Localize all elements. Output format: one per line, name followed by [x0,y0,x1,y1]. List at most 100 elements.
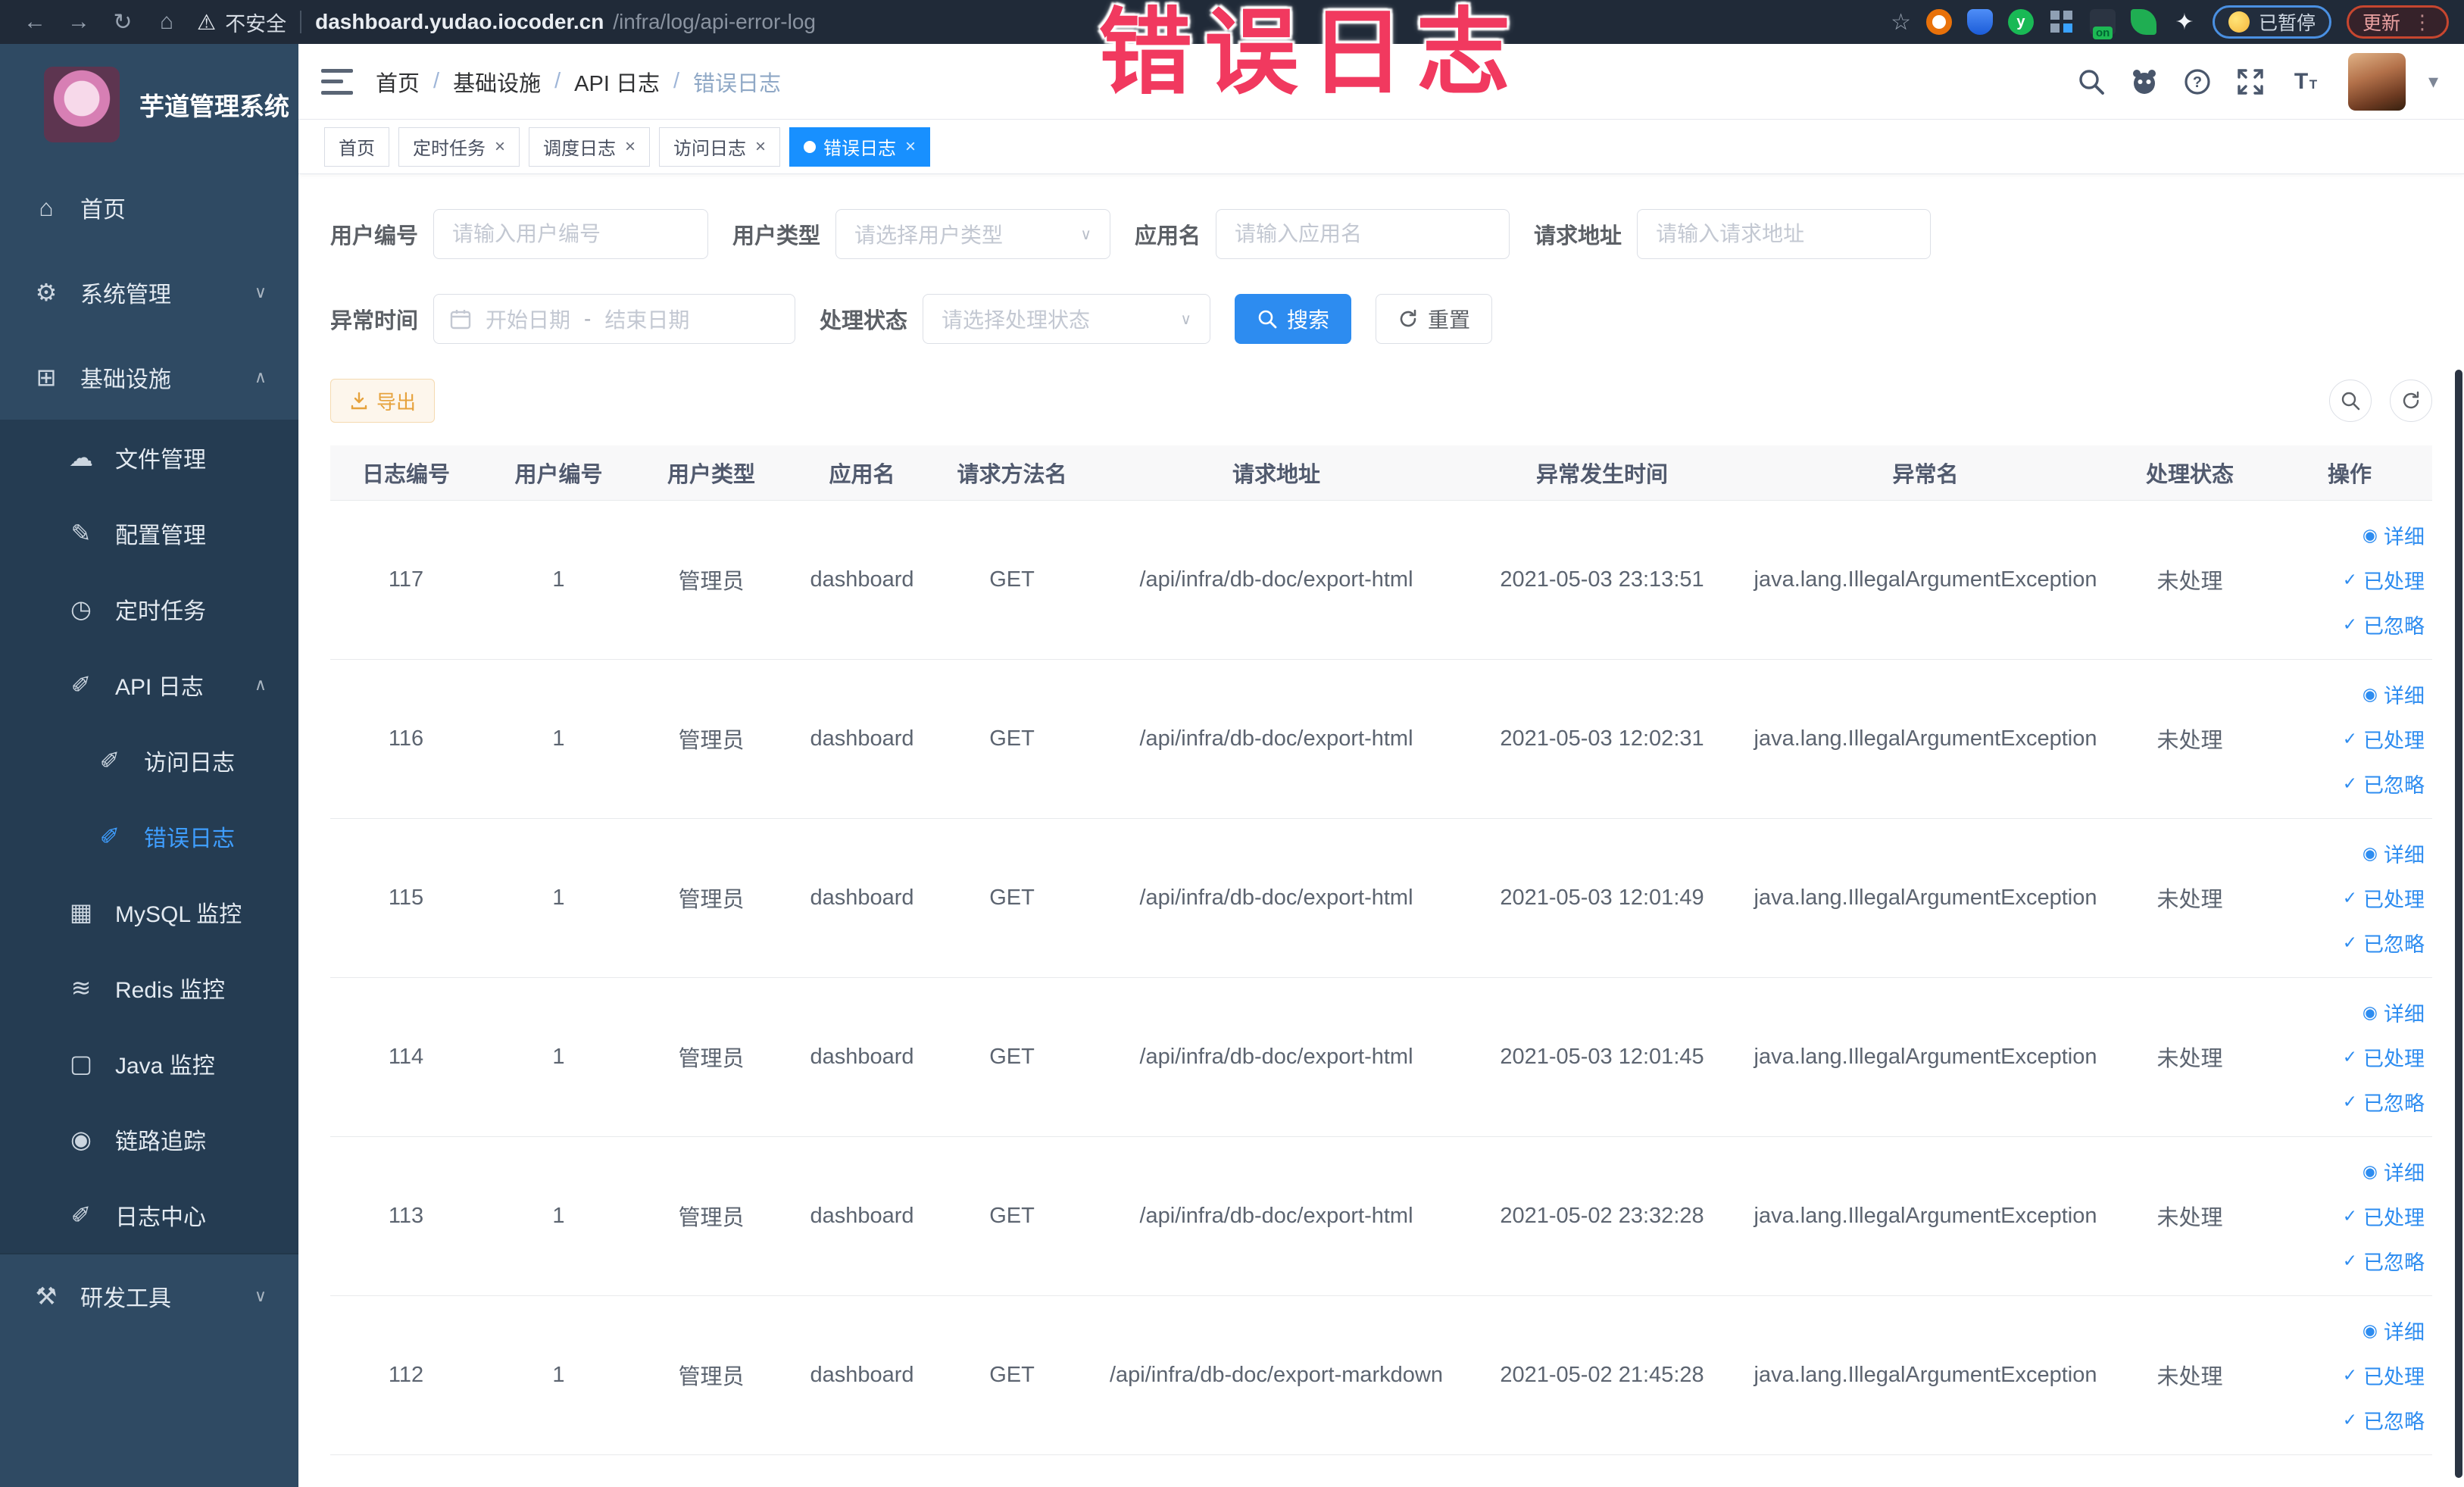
process-status-field: 处理状态 请选择处理状态 ∨ [820,294,1211,344]
browser-update-button[interactable]: 更新 ⋮ [2346,5,2449,39]
action-详细[interactable]: ◉ 详细 [2363,1316,2425,1345]
cloud-icon: ☁ [69,444,93,471]
extension-leaf-icon[interactable] [2130,9,2156,35]
github-icon[interactable] [2128,66,2160,98]
action-已处理[interactable]: ✓ 已处理 [2343,883,2425,913]
avatar-caret-down-icon[interactable]: ▾ [2428,70,2438,93]
back-icon[interactable]: ← [15,9,55,35]
close-tab-icon[interactable]: × [625,136,636,158]
sidebar-item-access-log[interactable]: ✐ 访问日志 [0,723,298,798]
action-详细[interactable]: ◉ 详细 [2363,1157,2425,1186]
sidebar-item-log-center[interactable]: ✐ 日志中心 [0,1177,298,1253]
tab-首页[interactable]: 首页 [324,127,389,167]
sidebar-item-config-management[interactable]: ✎ 配置管理 [0,495,298,571]
table-cell: 管理员 [636,977,787,1137]
table-cell: 1 [482,1136,636,1296]
action-已忽略[interactable]: ✓ 已忽略 [2343,928,2425,957]
toggle-search-button[interactable] [2329,380,2372,422]
extension-orange-ring-icon[interactable] [1925,9,1952,35]
font-size-icon[interactable]: TT [2288,66,2319,98]
action-已忽略[interactable]: ✓ 已忽略 [2343,1246,2425,1276]
sidebar-item-file-management[interactable]: ☁ 文件管理 [0,420,298,495]
sidebar-item-system-management[interactable]: ⚙ 系统管理 ∨ [0,250,298,335]
tab-访问日志[interactable]: 访问日志 × [659,127,781,167]
app-name-input[interactable] [1216,209,1510,259]
search-icon[interactable] [2075,66,2107,98]
action-详细[interactable]: ◉ 详细 [2363,679,2425,709]
breadcrumb-item[interactable]: 首页 [376,66,420,98]
sidebar-item-dev-tools[interactable]: ⚒ 研发工具 ∨ [0,1253,298,1338]
breadcrumb-item[interactable]: 基础设施 [453,66,541,98]
process-status-select[interactable]: 请选择处理状态 ∨ [923,294,1211,344]
svg-text:T: T [2294,69,2308,94]
action-已忽略[interactable]: ✓ 已忽略 [2343,769,2425,798]
tab-错误日志[interactable]: 错误日志 × [789,127,931,167]
refresh-icon [2403,391,2419,409]
reload-icon[interactable]: ↻ [103,9,142,36]
action-已忽略[interactable]: ✓ 已忽略 [2343,610,2425,639]
close-tab-icon[interactable]: × [755,136,766,158]
action-label: 已处理 [2363,570,2425,593]
sidebar-item-redis-monitor[interactable]: ≋ Redis 监控 [0,950,298,1026]
browser-menu-kebab-icon[interactable]: ⋮ [2412,11,2433,34]
action-详细[interactable]: ◉ 详细 [2363,998,2425,1027]
sidebar-item-api-log[interactable]: ✐ API 日志 ∧ [0,647,298,723]
sidebar-item-infrastructure[interactable]: ⊞ 基础设施 ∧ [0,335,298,420]
sidebar-item-home[interactable]: ⌂ 首页 [0,165,298,250]
refresh-table-button[interactable] [2390,380,2432,422]
action-已处理[interactable]: ✓ 已处理 [2343,565,2425,595]
table-cell-actions: ◉ 详细 ✓ 已处理 ✓ 已忽略 [2267,1295,2432,1455]
emoji-face-icon [2228,11,2250,33]
sidebar-logo-row[interactable]: 芋道管理系统 [0,44,298,165]
user-avatar[interactable] [2347,52,2406,111]
extension-on-badge-icon[interactable] [2089,9,2116,39]
profile-paused-chip[interactable]: 已暂停 [2212,5,2331,39]
scrollbar-thumb[interactable] [2455,370,2462,1478]
reset-button[interactable]: 重置 [1376,294,1493,344]
close-tab-icon[interactable]: × [905,136,916,158]
extension-blue-shield-icon[interactable] [1966,9,1993,35]
action-详细[interactable]: ◉ 详细 [2363,520,2425,550]
collapse-sidebar-icon[interactable] [321,68,353,95]
table-cell: 未处理 [2113,659,2267,819]
action-已处理[interactable]: ✓ 已处理 [2343,1042,2425,1072]
table-cell: 未处理 [2113,977,2267,1137]
request-url-input[interactable] [1637,209,1932,259]
action-详细[interactable]: ◉ 详细 [2363,839,2425,868]
bookmark-star-icon[interactable]: ☆ [1891,9,1911,36]
home-icon[interactable]: ⌂ [147,9,186,35]
sidebar-item-mysql-monitor[interactable]: ▦ MySQL 监控 [0,874,298,950]
action-已处理[interactable]: ✓ 已处理 [2343,1201,2425,1231]
not-secure-warning-icon[interactable]: ⚠ [197,10,216,35]
check-icon: ✓ [2342,932,2357,952]
action-已忽略[interactable]: ✓ 已忽略 [2343,1405,2425,1435]
sidebar-item-trace[interactable]: ◉ 链路追踪 [0,1101,298,1177]
error-time-range-picker[interactable]: 开始日期 - 结束日期 [433,294,796,344]
extension-pinwheel-icon[interactable]: ✦ [2172,9,2197,35]
sidebar-item-error-log[interactable]: ✐ 错误日志 [0,798,298,874]
user-type-select[interactable]: 请选择用户类型 ∨ [835,209,1111,259]
search-button[interactable]: 搜索 [1235,294,1352,344]
extension-green-y-icon[interactable]: y [2007,9,2034,35]
fullscreen-icon[interactable] [2234,66,2266,98]
address-bar[interactable]: ⚠ 不安全 dashboard.yudao.iocoder.cn/infra/l… [197,8,816,37]
address-divider [300,11,302,33]
action-已忽略[interactable]: ✓ 已忽略 [2343,1087,2425,1117]
action-已处理[interactable]: ✓ 已处理 [2343,1360,2425,1390]
sidebar-item-scheduled-tasks[interactable]: ◷ 定时任务 [0,571,298,647]
breadcrumb-separator: / [433,69,440,93]
export-button[interactable]: 导出 [330,379,436,423]
table-cell: GET [937,659,1087,819]
close-tab-icon[interactable]: × [495,136,505,158]
extension-grid-icon[interactable] [2048,9,2075,35]
tab-定时任务[interactable]: 定时任务 × [398,127,520,167]
help-icon[interactable]: ? [2181,66,2213,98]
sidebar-item-java-monitor[interactable]: ▢ Java 监控 [0,1026,298,1101]
user-id-input[interactable] [433,209,709,259]
table-header-row: 日志编号 用户编号 用户类型 应用名 请求方法名 请求地址 异常发生时间 异常名 处理状态 操作 [330,445,2432,501]
column-header-处理状态: 处理状态 [2113,445,2267,501]
breadcrumb-item[interactable]: API 日志 [574,66,660,98]
tab-调度日志[interactable]: 调度日志 × [529,127,651,167]
action-已处理[interactable]: ✓ 已处理 [2343,724,2425,754]
forward-icon[interactable]: → [59,9,98,35]
